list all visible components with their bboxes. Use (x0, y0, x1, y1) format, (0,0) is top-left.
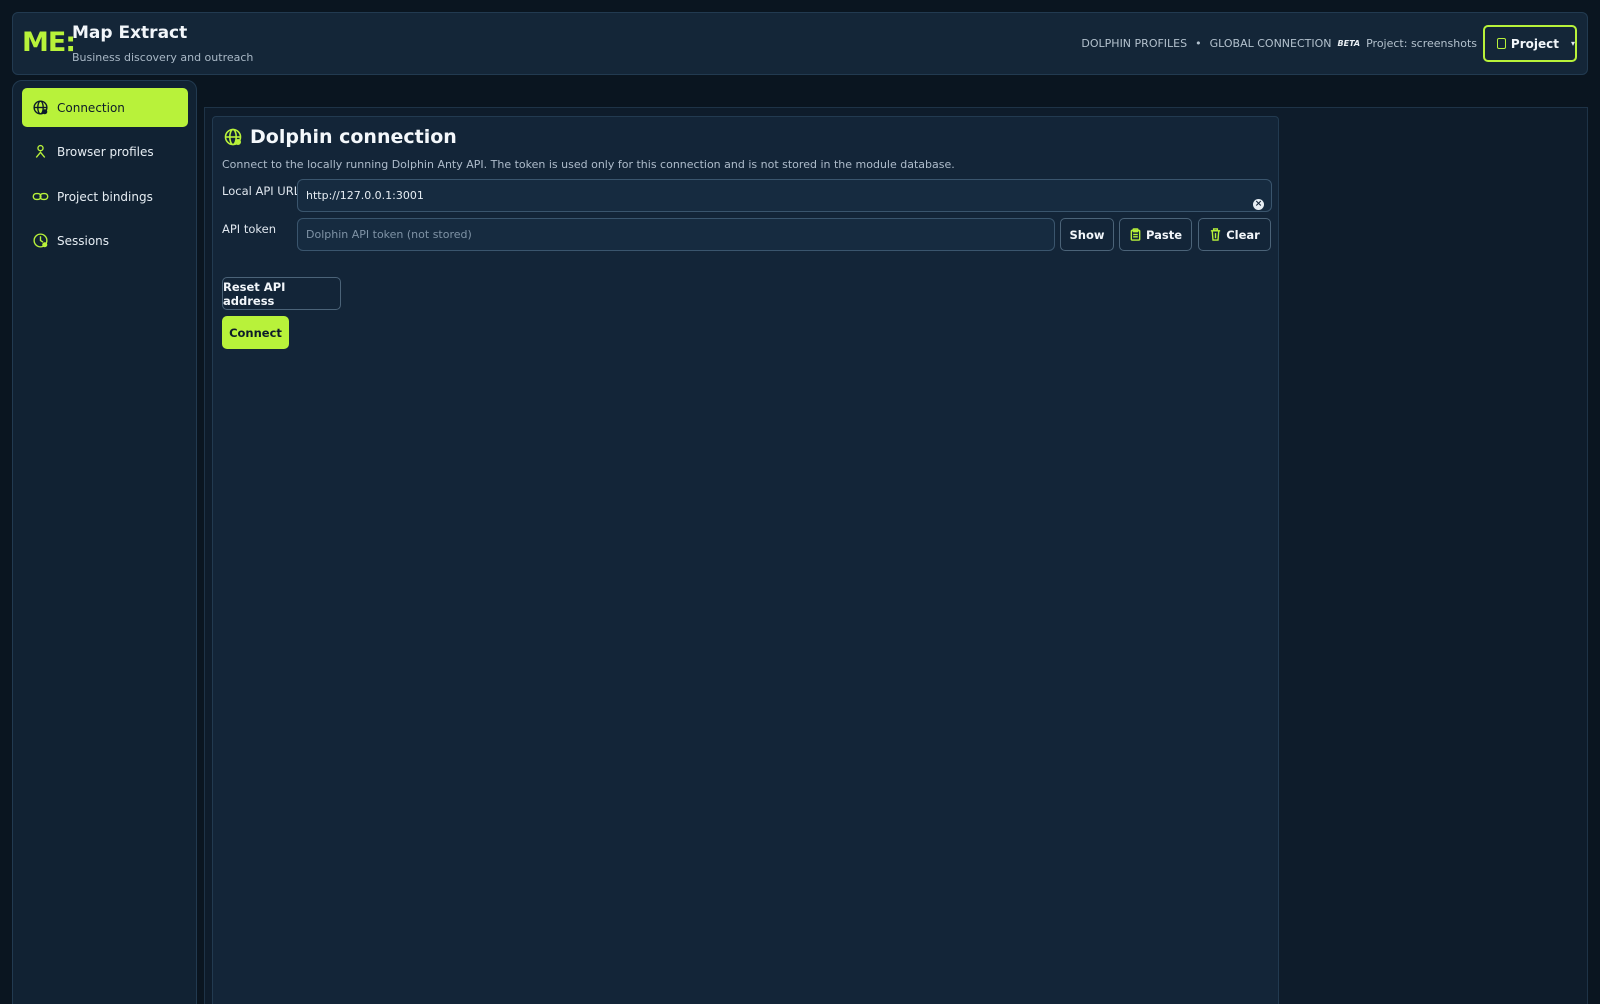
paste-button-label: Paste (1145, 227, 1183, 242)
reset-button-label: Reset API address (223, 279, 286, 308)
globe-icon (32, 99, 49, 116)
sidebar-item-connection[interactable]: Connection (22, 88, 188, 127)
link-icon (32, 188, 49, 205)
clipboard-icon (1130, 228, 1141, 241)
sidebar-item-label: Project bindings (57, 189, 153, 204)
reset-api-address-button[interactable]: Reset API address (222, 277, 341, 310)
api-url-label: Local API URL (222, 184, 301, 198)
connect-button-label: Connect (229, 325, 282, 340)
api-token-label: API token (222, 222, 277, 236)
page-description: Connect to the locally running Dolphin A… (222, 158, 955, 171)
clear-token-button[interactable]: Clear (1198, 218, 1271, 251)
clock-icon (32, 232, 49, 249)
sidebar-item-browser-profiles[interactable]: Browser profiles (22, 132, 188, 171)
folder-icon (1497, 38, 1506, 49)
app-subtitle: Business discovery and outreach (72, 51, 254, 64)
connect-button[interactable]: Connect (222, 316, 289, 349)
app-title: Map Extract (72, 23, 188, 43)
current-project-label: Project: screenshots (1366, 37, 1477, 50)
connection-card: Dolphin connection Connect to the locall… (212, 116, 1279, 1004)
sidebar-item-sessions[interactable]: Sessions (22, 221, 188, 260)
app-logo: ME: (22, 27, 76, 58)
project-button-label: Project (1510, 36, 1559, 51)
sidebar-item-label: Connection (57, 100, 125, 115)
beta-badge: BETA (1337, 39, 1361, 48)
globe-icon (224, 128, 242, 146)
breadcrumb-global-connection[interactable]: GLOBAL CONNECTION (1210, 37, 1332, 50)
page-title-text: Dolphin connection (250, 126, 457, 148)
sidebar: Connection Browser profiles Project bind… (12, 80, 197, 1004)
clear-button-label: Clear (1226, 227, 1260, 242)
api-url-input[interactable] (297, 179, 1272, 212)
paste-token-button[interactable]: Paste (1119, 218, 1192, 251)
show-button-label: Show (1069, 227, 1105, 242)
sidebar-item-label: Browser profiles (57, 144, 154, 159)
clear-input-icon[interactable]: × (1253, 199, 1264, 210)
breadcrumb-dolphin-profiles[interactable]: DOLPHIN PROFILES (1081, 37, 1187, 50)
sidebar-item-project-bindings[interactable]: Project bindings (22, 177, 188, 216)
top-bar: ME: Map Extract Business discovery and o… (12, 12, 1588, 75)
top-right-bar: DOLPHIN PROFILES • GLOBAL CONNECTION BET… (1081, 25, 1577, 62)
user-icon (32, 143, 49, 160)
trash-icon (1211, 228, 1221, 241)
sidebar-item-label: Sessions (57, 233, 110, 248)
project-dropdown-button[interactable]: Project ▾ (1483, 25, 1577, 62)
breadcrumb-separator: • (1195, 37, 1202, 50)
page-title: Dolphin connection (223, 126, 457, 148)
api-token-input[interactable] (297, 218, 1055, 251)
chevron-down-icon: ▾ (1570, 39, 1575, 48)
show-token-button[interactable]: Show (1060, 218, 1114, 251)
